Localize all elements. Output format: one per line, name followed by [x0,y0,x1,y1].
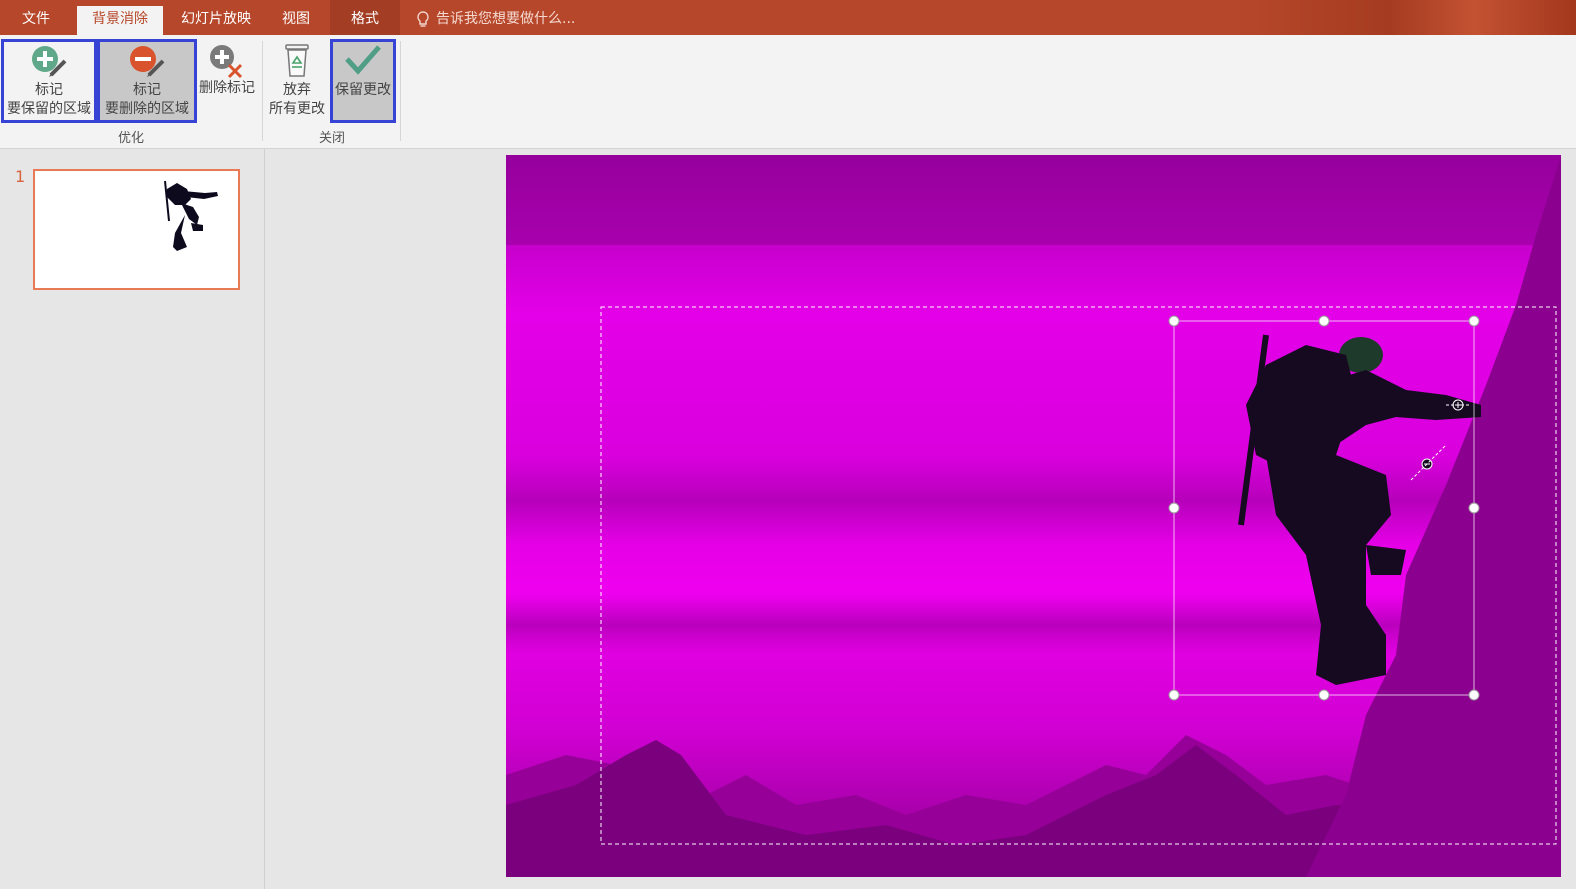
tell-me-placeholder: 告诉我您想要做什么... [436,11,576,27]
slide-editing-area [265,149,1576,889]
resize-handle [1468,315,1480,327]
checkmark-icon [345,45,381,75]
resize-handle [1168,689,1180,701]
lightbulb-icon [417,11,429,27]
group-label-close: 关闭 [318,131,345,146]
resize-handle [1318,689,1330,701]
mark-keep-label-1: 标记 [35,82,63,98]
tab-slideshow[interactable]: 幻灯片放映 [172,6,260,35]
minus-pencil-icon [130,46,165,77]
recycle-bin-icon [285,44,309,77]
mark-remove-label-2: 要删除的区域 [105,101,189,117]
ribbon-tab-bar: 文件 背景消除 幻灯片放映 视图 格式 告诉我您想要做什么... [0,0,1576,35]
delete-mark-icon [210,45,243,79]
resize-handle [1468,502,1480,514]
tab-format[interactable]: 格式 [330,0,400,35]
mark-keep-label-2: 要保留的区域 [7,101,91,117]
tab-background-removal[interactable]: 背景消除 [77,6,163,35]
keep-changes-button[interactable]: 保留更改 [330,39,396,123]
keep-changes-label: 保留更改 [335,82,391,98]
ribbon: 标记 要保留的区域 标记 要删除的区域 删除标记 优化 放弃 所有更改 保留更改… [0,35,1576,149]
group-separator [400,41,401,141]
resize-handle [1168,502,1180,514]
delete-mark-button[interactable]: 删除标记 [197,39,257,123]
tab-view[interactable]: 视图 [270,6,322,35]
slide-thumbnail[interactable] [33,169,240,290]
slide-canvas[interactable] [506,155,1561,877]
group-label-refine: 优化 [117,131,144,146]
resize-handle [1318,315,1330,327]
tab-file[interactable]: 文件 [8,6,64,35]
plus-pencil-icon [32,46,67,77]
resize-handle [1168,315,1180,327]
background-removal-picture [506,155,1561,877]
mark-remove-button[interactable]: 标记 要删除的区域 [97,39,197,123]
group-separator [262,41,263,141]
delete-mark-label: 删除标记 [199,80,255,96]
slide-number: 1 [15,167,26,186]
discard-changes-button[interactable]: 放弃 所有更改 [264,39,330,123]
tell-me-search[interactable]: 告诉我您想要做什么... [414,8,575,30]
title-bar-decoration [1236,0,1576,35]
discard-label-1: 放弃 [283,82,311,98]
resize-handle [1468,689,1480,701]
mark-remove-label-1: 标记 [133,82,161,98]
climber-thumbnail-image [164,180,218,251]
slide-thumbnail-panel: 1 [0,149,265,889]
discard-label-2: 所有更改 [269,101,325,117]
mark-keep-button[interactable]: 标记 要保留的区域 [1,39,97,123]
